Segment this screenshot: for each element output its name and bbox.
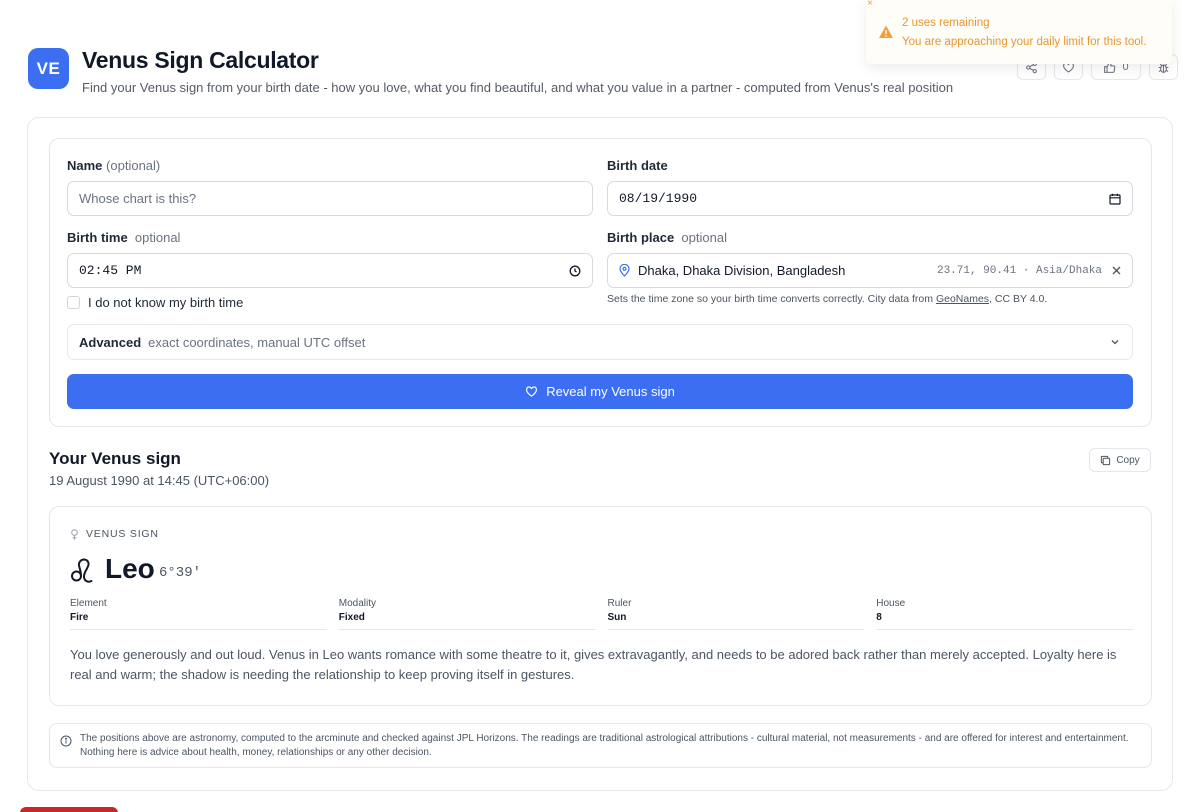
- attribute-ruler: Ruler Sun: [607, 598, 865, 630]
- birth-time-value: 02:45 PM: [79, 263, 142, 278]
- geonames-link[interactable]: GeoNames: [936, 293, 989, 305]
- chevron-down-icon: [1111, 340, 1119, 345]
- birth-time-optional-hint: optional: [134, 230, 181, 245]
- app-logo: VE: [28, 48, 69, 89]
- attribute-element: Element Fire: [70, 598, 327, 630]
- clear-place-icon[interactable]: [1112, 266, 1121, 275]
- name-input[interactable]: Whose chart is this?: [67, 181, 593, 216]
- birth-details-form: Name (optional) Whose chart is this? Bir…: [49, 138, 1152, 427]
- venus-symbol-icon: [71, 528, 78, 540]
- sign-attributes: Element Fire Modality Fixed Ruler Sun Ho…: [70, 598, 1133, 630]
- toast-message: You are approaching your daily limit for…: [902, 36, 1147, 48]
- copy-button[interactable]: Copy: [1089, 448, 1151, 472]
- attribute-modality: Modality Fixed: [338, 598, 596, 630]
- leo-glyph-icon: [71, 558, 93, 583]
- warning-triangle-icon: [879, 25, 893, 38]
- sign-description: You love generously and out loud. Venus …: [70, 647, 1117, 682]
- unknown-birth-time-label: I do not know my birth time: [88, 295, 244, 310]
- unknown-birth-time-checkbox[interactable]: I do not know my birth time: [67, 295, 243, 310]
- venus-sign-card: VENUS SIGN Leo 6°39' Element Fire Modali…: [49, 506, 1152, 706]
- checkbox-box[interactable]: [67, 296, 80, 309]
- calendar-icon[interactable]: [1109, 193, 1121, 205]
- reveal-venus-sign-button[interactable]: Reveal my Venus sign: [67, 374, 1133, 409]
- advanced-label: Advanced: [79, 334, 142, 350]
- venus-sign-section-label: VENUS SIGN: [70, 528, 159, 540]
- venus-sign-degree: 6°39': [159, 565, 202, 581]
- place-coordinates: 23.71, 90.41 · Asia/Dhaka: [936, 264, 1102, 277]
- birth-date-label: Birth date: [607, 158, 668, 173]
- disclaimer-text: The positions above are astronomy, compu…: [80, 733, 1129, 758]
- venus-sign-name: Leo: [105, 553, 155, 584]
- usage-limit-toast: × 2 uses remaining You are approaching y…: [866, 0, 1172, 64]
- disclaimer-note: The positions above are astronomy, compu…: [49, 723, 1152, 768]
- reveal-button-label: Reveal my Venus sign: [546, 384, 675, 399]
- attribute-house: House 8: [876, 598, 1133, 630]
- birth-time-input[interactable]: 02:45 PM: [67, 253, 593, 288]
- bottom-banner-edge[interactable]: [20, 807, 118, 812]
- name-label: Name (optional): [67, 158, 161, 173]
- copy-label: Copy: [1116, 454, 1140, 466]
- advanced-options-toggle[interactable]: Advanced exact coordinates, manual UTC o…: [67, 324, 1133, 360]
- birth-place-optional-hint: optional: [681, 230, 727, 245]
- result-title: Your Venus sign: [49, 449, 181, 468]
- birth-date-input[interactable]: 08/19/1990: [607, 181, 1133, 216]
- name-placeholder: Whose chart is this?: [79, 191, 197, 206]
- birth-place-value: Dhaka, Dhaka Division, Bangladesh: [638, 263, 846, 278]
- info-icon: [60, 735, 72, 747]
- location-pin-icon: [619, 264, 630, 277]
- toast-close-button[interactable]: ×: [867, 0, 873, 9]
- page-title: Venus Sign Calculator: [82, 47, 319, 73]
- clock-icon[interactable]: [569, 265, 581, 277]
- birth-date-value: 08/19/1990: [619, 191, 698, 206]
- heart-icon: [526, 386, 538, 397]
- result-date: 19 August 1990 at 14:45 (UTC+06:00): [49, 473, 270, 488]
- name-optional-hint: (optional): [106, 158, 161, 173]
- page-subtitle: Find your Venus sign from your birth dat…: [82, 80, 954, 95]
- advanced-description: exact coordinates, manual UTC offset: [148, 334, 366, 350]
- birth-time-label: Birth time optional: [67, 230, 181, 245]
- birth-place-help: Sets the time zone so your birth time co…: [607, 293, 1048, 305]
- copy-icon: [1101, 455, 1111, 465]
- toast-title: 2 uses remaining: [902, 17, 990, 29]
- birth-place-input[interactable]: Dhaka, Dhaka Division, Bangladesh 23.71,…: [607, 253, 1133, 288]
- birth-place-label: Birth place optional: [607, 230, 727, 245]
- calculator-card: Name (optional) Whose chart is this? Bir…: [27, 117, 1173, 791]
